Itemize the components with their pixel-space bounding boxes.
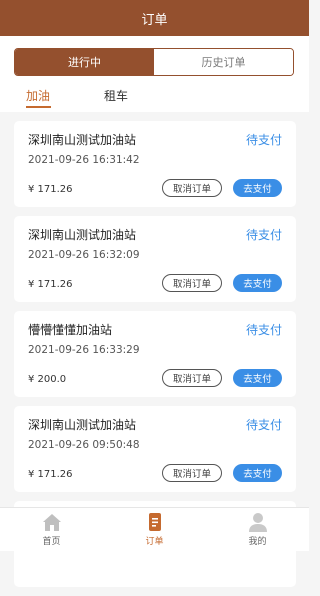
tab-home-label: 首页	[42, 537, 61, 547]
order-card[interactable]: 懵懵懂懂加油站 待支付 2021-09-26 16:33:29 ¥ 200.0 …	[14, 311, 296, 397]
segment-in-progress[interactable]: 进行中	[15, 49, 154, 75]
order-status: 待支付	[245, 418, 282, 432]
order-time: 2021-09-26 16:31:42	[28, 154, 140, 166]
tab-mine[interactable]: 我的	[206, 508, 309, 551]
cancel-order-button[interactable]: 取消订单	[162, 179, 222, 197]
user-icon	[247, 511, 269, 533]
tab-car-rental[interactable]: 租车	[104, 87, 128, 104]
filter-panel: 进行中 历史订单 加油 租车	[0, 36, 309, 112]
home-icon	[41, 511, 63, 533]
page-header: 订单	[0, 0, 309, 36]
tab-home[interactable]: 首页	[0, 508, 103, 551]
tab-mine-label: 我的	[248, 537, 267, 547]
bottom-tab-bar: 首页 订单 我的	[0, 507, 309, 551]
order-type-tabs: 加油 租车	[0, 86, 309, 110]
tab-fuel[interactable]: 加油	[26, 87, 50, 104]
station-name: 深圳南山测试加油站	[28, 228, 137, 242]
tab-orders-label: 订单	[145, 537, 164, 547]
pay-button[interactable]: 去支付	[233, 464, 282, 482]
pay-button[interactable]: 去支付	[233, 179, 282, 197]
order-time: 2021-09-26 09:50:48	[28, 439, 140, 451]
order-status: 待支付	[245, 323, 282, 337]
order-status: 待支付	[245, 228, 282, 242]
cancel-order-button[interactable]: 取消订单	[162, 464, 222, 482]
order-amount: ¥ 171.26	[28, 279, 73, 290]
pay-button[interactable]: 去支付	[233, 274, 282, 292]
order-amount: ¥ 200.0	[28, 374, 67, 385]
tab-orders[interactable]: 订单	[103, 508, 206, 551]
order-card[interactable]: 深圳南山测试加油站 待支付 2021-09-26 16:32:09 ¥ 171.…	[14, 216, 296, 302]
order-card[interactable]: 深圳南山测试加油站 待支付 2021-09-26 16:31:42 ¥ 171.…	[14, 121, 296, 207]
station-name: 深圳南山测试加油站	[28, 418, 137, 432]
segment-history[interactable]: 历史订单	[154, 49, 293, 75]
cancel-order-button[interactable]: 取消订单	[162, 369, 222, 387]
document-icon	[144, 511, 166, 533]
station-name: 懵懵懂懂加油站	[28, 323, 113, 337]
page-title: 订单	[141, 12, 168, 28]
station-name: 深圳南山测试加油站	[28, 133, 137, 147]
pay-button[interactable]: 去支付	[233, 369, 282, 387]
order-time: 2021-09-26 16:33:29	[28, 344, 140, 356]
status-segmented-control: 进行中 历史订单	[14, 48, 294, 76]
order-time: 2021-09-26 16:32:09	[28, 249, 140, 261]
order-card[interactable]: 深圳南山测试加油站 待支付 2021-09-26 09:50:48 ¥ 171.…	[14, 406, 296, 492]
order-amount: ¥ 171.26	[28, 469, 73, 480]
order-status: 待支付	[245, 133, 282, 147]
order-amount: ¥ 171.26	[28, 184, 73, 195]
active-tab-indicator	[26, 106, 51, 108]
cancel-order-button[interactable]: 取消订单	[162, 274, 222, 292]
